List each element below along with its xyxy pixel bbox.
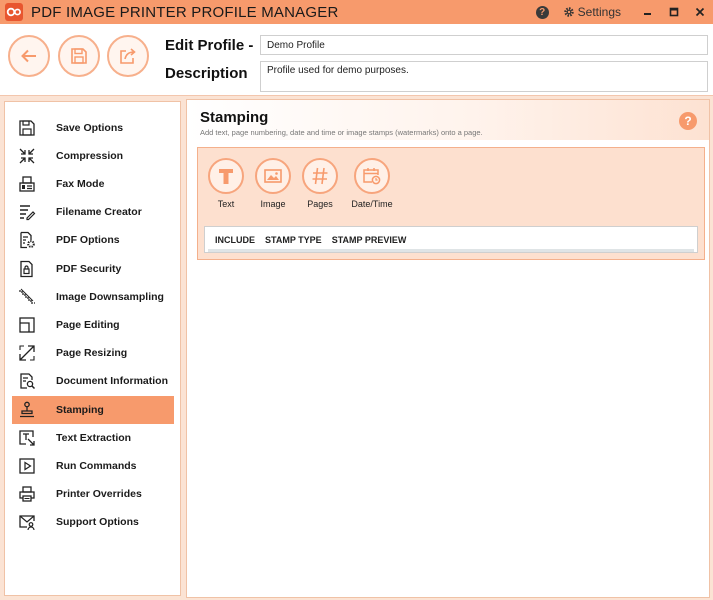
- section-title: Stamping: [200, 109, 269, 126]
- sidebar-item-image-downsampling[interactable]: Image Downsampling: [12, 283, 174, 311]
- floppy-icon: [17, 118, 37, 138]
- sidebar-item-label: Filename Creator: [56, 206, 142, 218]
- column-header-stamp-preview[interactable]: STAMP PREVIEW: [332, 235, 407, 245]
- sidebar-item-label: Fax Mode: [56, 178, 105, 190]
- profile-header: Edit Profile - Description Profile used …: [0, 24, 713, 96]
- filename-pencil-icon: [17, 202, 37, 222]
- column-header-include[interactable]: INCLUDE: [215, 235, 255, 245]
- hash-icon: [302, 158, 338, 194]
- floppy-icon: [71, 48, 87, 64]
- sidebar-item-support-options[interactable]: Support Options: [12, 508, 174, 536]
- stamp-button-label: Date/Time: [351, 199, 393, 209]
- document-search-icon: [17, 371, 37, 391]
- sidebar-item-run-commands[interactable]: Run Commands: [12, 452, 174, 480]
- stamping-panel: Stamping Add text, page numbering, date …: [186, 99, 710, 598]
- stamp-icon: [17, 400, 37, 420]
- add-datetime-stamp-button[interactable]: Date/Time: [342, 158, 402, 218]
- save-button[interactable]: [58, 35, 100, 77]
- sidebar-item-label: PDF Security: [56, 263, 122, 275]
- export-button[interactable]: [107, 35, 149, 77]
- fax-icon: [17, 174, 37, 194]
- printer-icon: [17, 484, 37, 504]
- table-header-row: INCLUDE STAMP TYPE STAMP PREVIEW: [215, 235, 416, 245]
- sidebar-item-label: Run Commands: [56, 460, 137, 472]
- sidebar-item-pdf-options[interactable]: PDF Options: [12, 226, 174, 254]
- sidebar: Save Options Compression Fax Mode Filena…: [4, 101, 181, 596]
- close-icon: [695, 7, 705, 17]
- sidebar-item-compression[interactable]: Compression: [12, 142, 174, 170]
- description-input[interactable]: Profile used for demo purposes.: [260, 61, 708, 92]
- sidebar-item-printer-overrides[interactable]: Printer Overrides: [12, 480, 174, 508]
- sidebar-item-label: Text Extraction: [56, 432, 132, 444]
- sidebar-item-label: Image Downsampling: [56, 291, 164, 303]
- sidebar-item-stamping[interactable]: Stamping: [12, 396, 174, 424]
- calendar-clock-icon: [354, 158, 390, 194]
- add-page-number-stamp-button[interactable]: Pages: [290, 158, 350, 218]
- help-icon[interactable]: ?: [535, 5, 549, 19]
- app-logo-icon: [5, 3, 23, 21]
- sidebar-item-fax-mode[interactable]: Fax Mode: [12, 170, 174, 198]
- sidebar-item-label: Stamping: [56, 404, 104, 416]
- sidebar-item-label: Save Options: [56, 122, 124, 134]
- gear-icon: [563, 7, 574, 17]
- stamp-button-label: Pages: [307, 199, 333, 209]
- section-help-icon[interactable]: ?: [679, 112, 697, 130]
- sidebar-item-label: PDF Options: [56, 234, 120, 246]
- sidebar-item-label: Page Resizing: [56, 347, 128, 359]
- pdf-lock-icon: [17, 259, 37, 279]
- compress-arrows-icon: [17, 146, 37, 166]
- stamp-toolbar-panel: Text Image Pages Date/Time INCLUDE STAMP…: [197, 147, 705, 260]
- section-subtitle: Add text, page numbering, date and time …: [200, 128, 483, 137]
- sidebar-item-pdf-security[interactable]: PDF Security: [12, 255, 174, 283]
- minimize-button[interactable]: [635, 0, 661, 24]
- description-label: Description: [165, 65, 248, 82]
- sidebar-item-label: Printer Overrides: [56, 488, 142, 500]
- sidebar-item-text-extraction[interactable]: Text Extraction: [12, 424, 174, 452]
- sidebar-item-save-options[interactable]: Save Options: [12, 114, 174, 142]
- app-title: PDF IMAGE PRINTER PROFILE MANAGER: [31, 3, 339, 21]
- sidebar-item-page-editing[interactable]: Page Editing: [12, 311, 174, 339]
- resize-arrows-icon: [17, 343, 37, 363]
- edit-profile-label: Edit Profile -: [165, 37, 254, 54]
- settings-label: Settings: [577, 5, 621, 19]
- maximize-icon: [669, 7, 679, 17]
- sidebar-item-filename-creator[interactable]: Filename Creator: [12, 198, 174, 226]
- settings-button[interactable]: Settings: [563, 5, 621, 19]
- maximize-button[interactable]: [661, 0, 687, 24]
- sidebar-item-label: Support Options: [56, 516, 139, 528]
- text-T-icon: [208, 158, 244, 194]
- minimize-icon: [644, 13, 651, 15]
- profile-name-input[interactable]: [260, 35, 708, 55]
- downsample-stairs-icon: [17, 287, 37, 307]
- sidebar-item-document-information[interactable]: Document Information: [12, 367, 174, 395]
- run-play-icon: [17, 456, 37, 476]
- support-envelope-icon: [17, 512, 37, 532]
- share-export-icon: [120, 48, 136, 64]
- stamps-table[interactable]: INCLUDE STAMP TYPE STAMP PREVIEW: [204, 226, 698, 253]
- sidebar-item-label: Document Information: [56, 375, 168, 387]
- sidebar-item-page-resizing[interactable]: Page Resizing: [12, 339, 174, 367]
- image-icon: [255, 158, 291, 194]
- title-bar: PDF IMAGE PRINTER PROFILE MANAGER ? Sett…: [0, 0, 713, 24]
- back-button[interactable]: [8, 35, 50, 77]
- text-extract-icon: [17, 428, 37, 448]
- table-scrollbar[interactable]: [208, 249, 694, 252]
- section-header: Stamping Add text, page numbering, date …: [187, 100, 709, 140]
- back-arrow-icon: [21, 49, 36, 63]
- stamp-button-label: Text: [217, 199, 235, 209]
- page-edit-icon: [17, 315, 37, 335]
- sidebar-item-label: Compression: [56, 150, 124, 162]
- stamp-button-label: Image: [260, 199, 286, 209]
- column-header-stamp-type[interactable]: STAMP TYPE: [265, 235, 322, 245]
- sidebar-item-label: Page Editing: [56, 319, 120, 331]
- body-area: Save Options Compression Fax Mode Filena…: [0, 96, 713, 600]
- pdf-gear-icon: [17, 230, 37, 250]
- close-button[interactable]: [687, 0, 713, 24]
